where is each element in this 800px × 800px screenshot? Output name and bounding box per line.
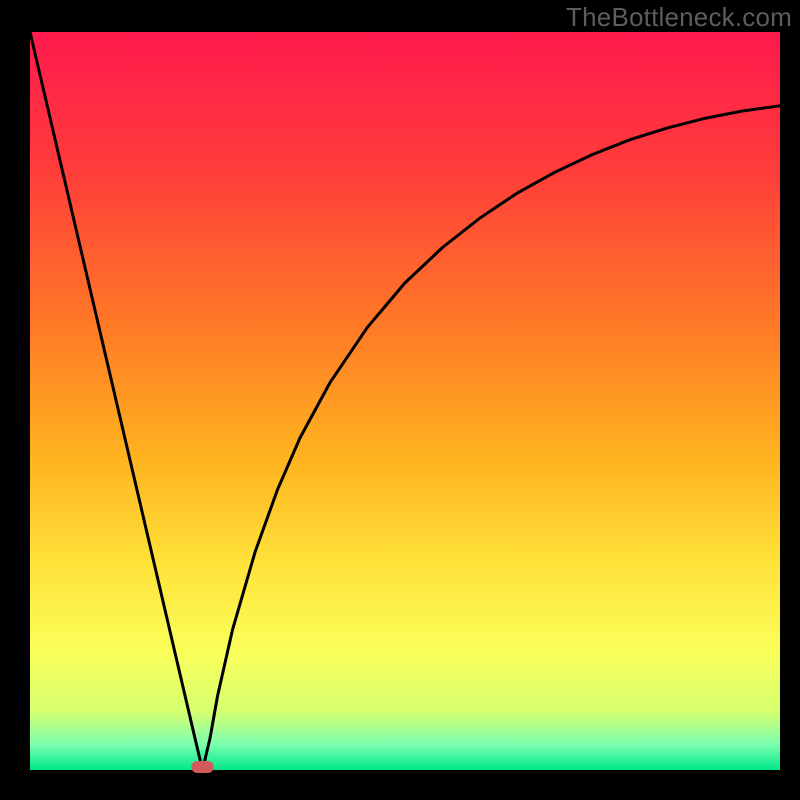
optimum-marker (191, 761, 214, 773)
chart-container: TheBottleneck.com (0, 0, 800, 800)
chart-svg (0, 0, 800, 800)
watermark-text: TheBottleneck.com (566, 2, 792, 33)
plot-area (30, 32, 780, 770)
